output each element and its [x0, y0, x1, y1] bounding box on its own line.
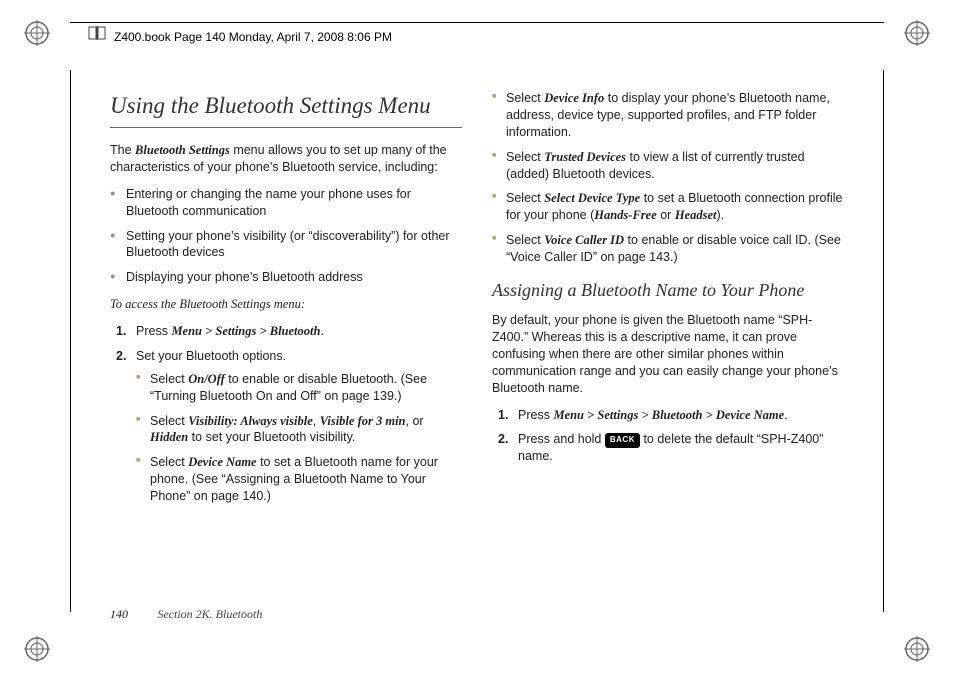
feature-list: Entering or changing the name your phone… [110, 186, 462, 286]
body-paragraph: By default, your phone is given the Blue… [492, 312, 844, 396]
left-rule [70, 70, 71, 612]
step-item: 2. Set your Bluetooth options. Select On… [110, 348, 462, 505]
section-title: Using the Bluetooth Settings Menu [110, 90, 462, 128]
page-footer: 140 Section 2K. Bluetooth [110, 607, 262, 622]
reg-mark-icon [24, 636, 50, 662]
sub-item: Select Visibility: Always visible, Visib… [136, 413, 462, 447]
reg-mark-icon [904, 20, 930, 46]
column-left: Using the Bluetooth Settings Menu The Bl… [110, 90, 462, 515]
section-label: Section 2K. Bluetooth [157, 607, 262, 621]
instruction-lead: To access the Bluetooth Settings menu: [110, 296, 462, 313]
column-right: Select Device Info to display your phone… [492, 90, 844, 515]
sub-item: Select Device Info to display your phone… [492, 90, 844, 141]
back-key-icon: BACK [605, 433, 640, 448]
reg-mark-icon [24, 20, 50, 46]
right-rule [883, 70, 884, 612]
page-body: Using the Bluetooth Settings Menu The Bl… [110, 90, 844, 622]
step-item: 2. Press and hold BACK to delete the def… [492, 431, 844, 465]
steps-list: 1. Press Menu > Settings > Bluetooth. 2.… [110, 323, 462, 505]
sub-item: Select Select Device Type to set a Bluet… [492, 190, 844, 224]
reg-mark-icon [904, 636, 930, 662]
sub-item: Select Voice Caller ID to enable or disa… [492, 232, 844, 266]
list-item: Setting your phone’s visibility (or “dis… [110, 228, 462, 262]
page-number: 140 [110, 607, 128, 621]
subsection-title: Assigning a Bluetooth Name to Your Phone [492, 278, 844, 302]
list-item: Entering or changing the name your phone… [110, 186, 462, 220]
running-header: Z400.book Page 140 Monday, April 7, 2008… [114, 30, 392, 44]
book-icon [88, 26, 106, 40]
step-item: 1. Press Menu > Settings > Bluetooth. [110, 323, 462, 340]
step-item: 1. Press Menu > Settings > Bluetooth > D… [492, 407, 844, 424]
intro-paragraph: The Bluetooth Settings menu allows you t… [110, 142, 462, 176]
list-item: Displaying your phone’s Bluetooth addres… [110, 269, 462, 286]
steps-list: 1. Press Menu > Settings > Bluetooth > D… [492, 407, 844, 466]
sub-item: Select Trusted Devices to view a list of… [492, 149, 844, 183]
sub-item: Select Device Name to set a Bluetooth na… [136, 454, 462, 505]
header-rule [70, 22, 884, 23]
sub-item: Select On/Off to enable or disable Bluet… [136, 371, 462, 405]
